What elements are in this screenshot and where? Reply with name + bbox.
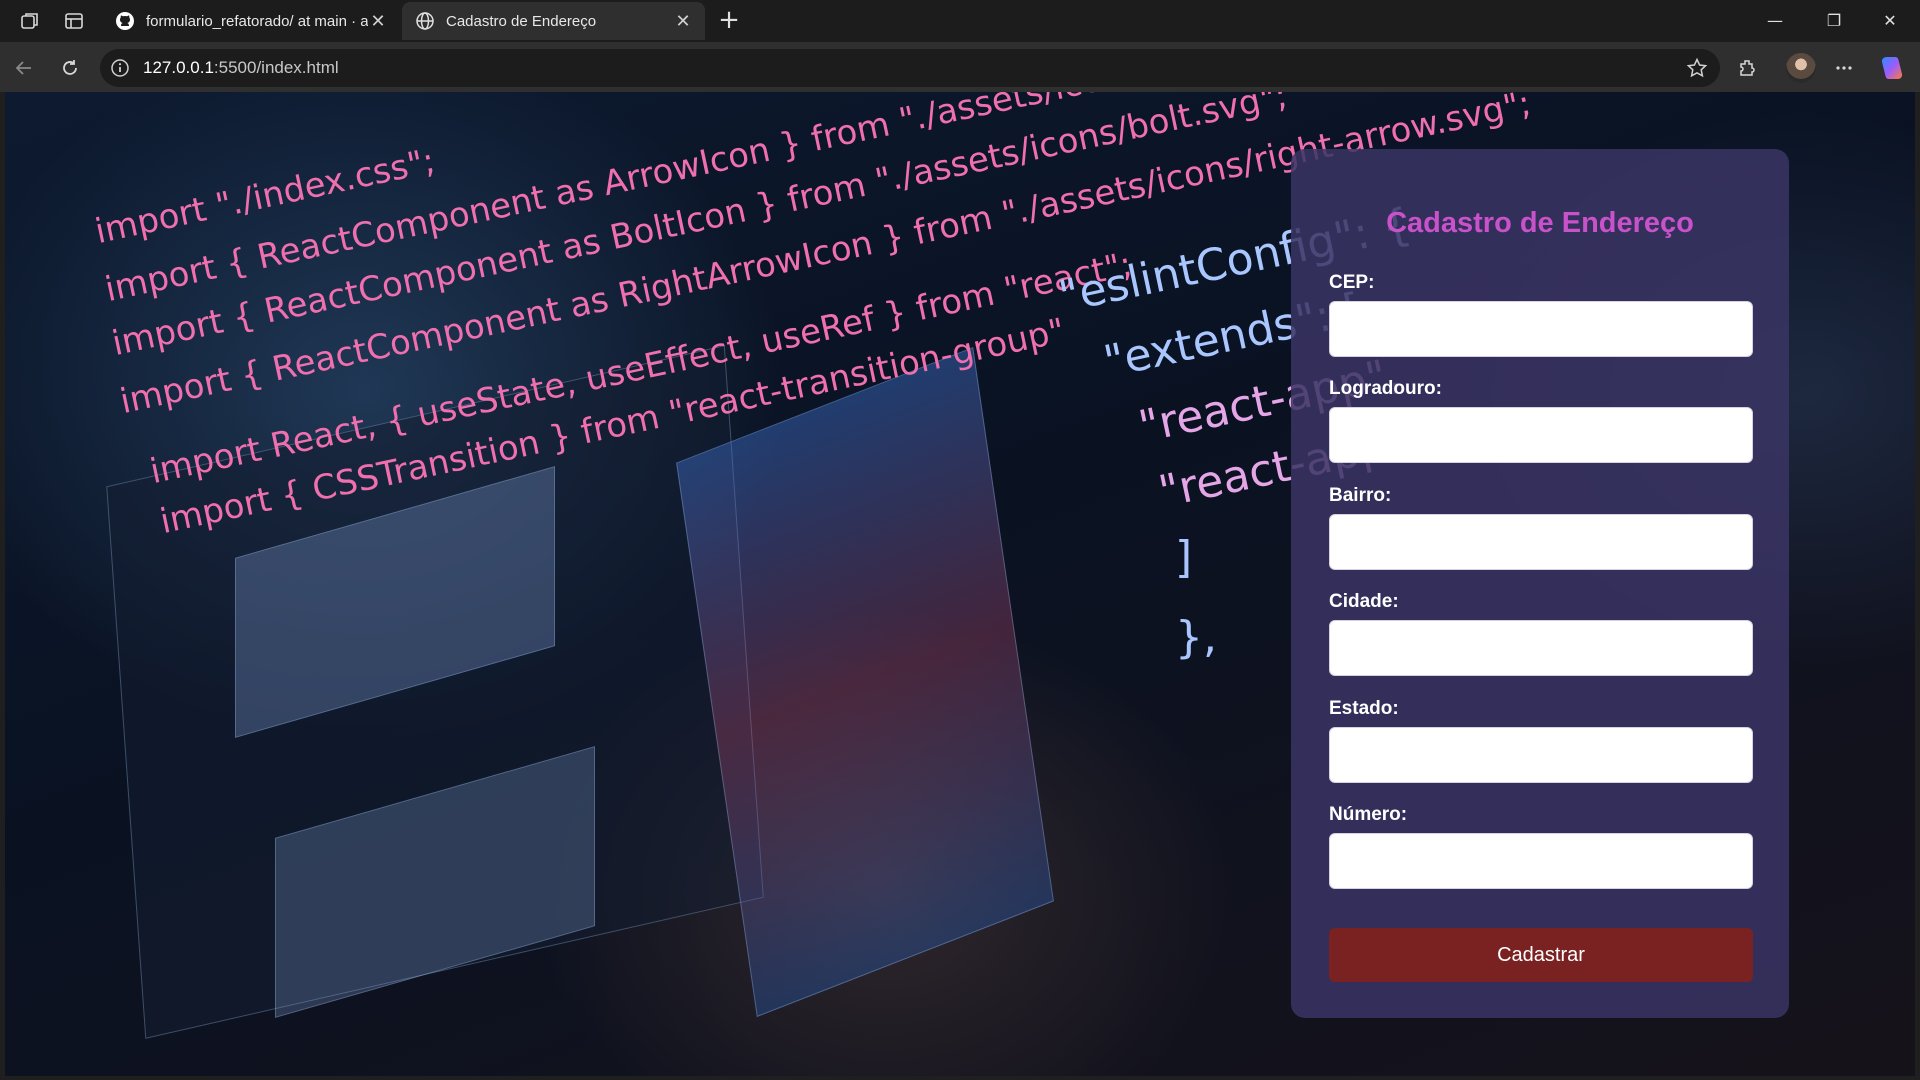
cep-input[interactable] bbox=[1329, 301, 1753, 357]
new-tab-button[interactable]: + bbox=[712, 4, 746, 38]
minimize-button[interactable]: — bbox=[1747, 0, 1803, 42]
cadastrar-button[interactable]: Cadastrar bbox=[1329, 928, 1753, 982]
github-icon bbox=[114, 10, 136, 32]
cidade-label: Cidade: bbox=[1329, 591, 1399, 612]
browser-titlebar: formulario_refatorado/ at main · a ✕ Cad… bbox=[0, 0, 1920, 42]
form-title: Cadastro de Endereço bbox=[1386, 207, 1694, 239]
vertical-tabs-icon[interactable] bbox=[60, 8, 88, 34]
browser-toolbar: 127.0.0.1:5500/index.html bbox=[0, 42, 1920, 92]
back-button[interactable] bbox=[8, 52, 40, 84]
tab-label: Cadastro de Endereço bbox=[446, 12, 597, 30]
tab-cadastro[interactable]: Cadastro de Endereço ✕ bbox=[402, 2, 705, 40]
tab-github[interactable]: formulario_refatorado/ at main · a ✕ bbox=[102, 2, 400, 40]
tab-label: formulario_refatorado/ at main · a bbox=[146, 12, 368, 30]
extensions-icon[interactable] bbox=[1732, 52, 1764, 84]
estado-input[interactable] bbox=[1329, 727, 1753, 783]
bairro-input[interactable] bbox=[1329, 514, 1753, 570]
numero-input[interactable] bbox=[1329, 833, 1753, 889]
page-viewport: import "./index.css"; import { ReactComp… bbox=[5, 92, 1915, 1076]
url-text: 127.0.0.1:5500/index.html bbox=[143, 58, 339, 78]
refresh-button[interactable] bbox=[54, 52, 86, 84]
code-line: ] bbox=[1175, 532, 1193, 583]
close-tab-icon[interactable]: ✕ bbox=[368, 11, 388, 32]
close-tab-icon[interactable]: ✕ bbox=[673, 11, 693, 32]
bairro-label: Bairro: bbox=[1329, 485, 1392, 506]
cidade-input[interactable] bbox=[1329, 620, 1753, 676]
address-bar[interactable]: 127.0.0.1:5500/index.html bbox=[100, 49, 1720, 87]
logradouro-input[interactable] bbox=[1329, 407, 1753, 463]
url-path: :5500/index.html bbox=[213, 58, 339, 77]
numero-label: Número: bbox=[1329, 804, 1408, 825]
more-options-icon[interactable] bbox=[1828, 52, 1860, 84]
logradouro-label: Logradouro: bbox=[1329, 378, 1442, 399]
estado-label: Estado: bbox=[1329, 698, 1399, 719]
code-line: }, bbox=[1175, 612, 1217, 663]
close-window-button[interactable]: ✕ bbox=[1862, 0, 1918, 42]
profile-avatar[interactable] bbox=[1786, 53, 1816, 83]
restore-button[interactable]: ❐ bbox=[1806, 0, 1862, 42]
copilot-icon[interactable] bbox=[1876, 52, 1908, 84]
workspaces-icon[interactable] bbox=[16, 8, 44, 34]
site-info-icon[interactable] bbox=[110, 58, 130, 78]
globe-icon bbox=[414, 10, 436, 32]
cep-label: CEP: bbox=[1329, 272, 1375, 293]
favorite-star-icon[interactable] bbox=[1686, 57, 1708, 79]
url-host: 127.0.0.1 bbox=[143, 58, 214, 77]
address-form-panel: Cadastro de Endereço CEP: Logradouro: Ba… bbox=[1291, 149, 1789, 1018]
